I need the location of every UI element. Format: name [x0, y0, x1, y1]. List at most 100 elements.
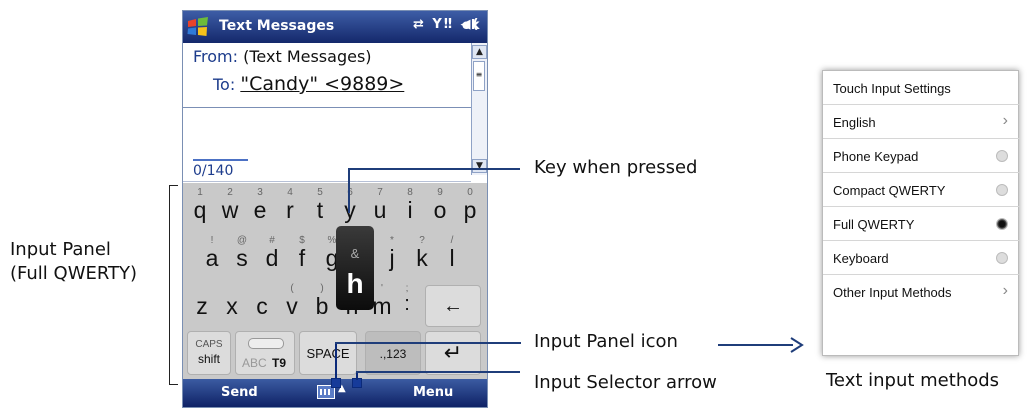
menu-item-english[interactable]: English ›: [823, 105, 1020, 139]
scroll-down-arrow-icon[interactable]: ▼: [472, 159, 487, 173]
header-divider: [183, 107, 471, 108]
menu-item-compact-qwerty[interactable]: Compact QWERTY: [823, 173, 1020, 207]
input-panel-bracket: [169, 185, 178, 385]
scrollbar[interactable]: ▲ ≡ ▼: [471, 43, 487, 175]
key-main-label: j: [389, 245, 395, 271]
key-main-label: k: [416, 245, 428, 271]
key-b[interactable]: ) b: [307, 281, 337, 329]
key-main-label: q: [193, 197, 207, 223]
key-main-label: r: [286, 197, 294, 223]
key-d[interactable]: # d: [257, 233, 287, 281]
key-r[interactable]: 4r: [275, 185, 305, 233]
key-q[interactable]: 1q: [185, 185, 215, 233]
chevron-right-icon: ›: [1002, 112, 1008, 129]
ok-button[interactable]: ok: [462, 18, 480, 33]
key-o[interactable]: 9o: [425, 185, 455, 233]
selector-leader-horizontal: [356, 371, 520, 373]
key-main-label: f: [298, 245, 306, 271]
panel-icon-leader-vertical: [335, 343, 337, 379]
menu-item-label: Phone Keypad: [833, 149, 919, 164]
key-j[interactable]: * j: [377, 233, 407, 281]
from-line: From: (Text Messages): [193, 47, 372, 66]
space-key[interactable]: SPACE: [299, 331, 357, 375]
key-main-label: a: [205, 245, 219, 271]
body-divider: [183, 181, 471, 182]
menu-item-label: Other Input Methods: [833, 285, 952, 300]
radio-unselected-icon[interactable]: [996, 150, 1008, 162]
menu-caption: Text input methods: [826, 370, 1000, 391]
menu-item-touch-input-settings[interactable]: Touch Input Settings: [823, 71, 1020, 105]
t9-label: T9: [272, 356, 287, 370]
shift-label: shift: [197, 352, 220, 366]
key-main-label: s: [236, 245, 248, 271]
toggle-slider: [248, 338, 284, 349]
radio-unselected-icon[interactable]: [996, 184, 1008, 196]
key-pressed-label: Key when pressed: [534, 157, 698, 178]
key-main: :: [404, 293, 410, 315]
windows-start-icon[interactable]: [186, 16, 210, 38]
key-f[interactable]: $ f: [287, 233, 317, 281]
enter-key[interactable]: ↵: [425, 331, 481, 375]
popup-main: h: [346, 268, 364, 299]
key-c[interactable]: c: [247, 281, 277, 329]
scroll-up-arrow-icon[interactable]: ▲: [472, 45, 487, 59]
key-punctuation[interactable]: ; :: [392, 281, 422, 329]
key-main-label: v: [286, 293, 298, 319]
key-k[interactable]: ? k: [407, 233, 437, 281]
send-button[interactable]: Send: [221, 385, 258, 400]
from-label: From:: [193, 47, 239, 66]
to-line: To: "Candy" <9889>: [213, 73, 404, 95]
input-methods-menu: Touch Input Settings English › Phone Keypad…: [822, 70, 1020, 356]
key-e[interactable]: 3e: [245, 185, 275, 233]
menu-item-full-qwerty[interactable]: Full QWERTY: [823, 207, 1020, 241]
key-main-label: w: [221, 197, 239, 223]
key-w[interactable]: 2w: [215, 185, 245, 233]
abc-t9-toggle[interactable]: ABC T9: [235, 331, 295, 375]
key-main-label: b: [315, 293, 329, 319]
menu-button[interactable]: Menu: [413, 385, 453, 400]
key-i[interactable]: 8i: [395, 185, 425, 233]
window-title: Text Messages: [219, 18, 335, 34]
key-a[interactable]: ! a: [197, 233, 227, 281]
key-main-label: c: [256, 293, 268, 319]
scroll-thumb[interactable]: ≡: [473, 61, 485, 91]
key-t[interactable]: 5t: [305, 185, 335, 233]
menu-item-label: Full QWERTY: [833, 217, 915, 232]
menu-item-other-input-methods[interactable]: Other Input Methods ›: [823, 275, 1020, 309]
menu-item-keyboard[interactable]: Keyboard: [823, 241, 1020, 275]
chevron-right-icon: ›: [1002, 282, 1008, 299]
selector-leader-vertical: [356, 372, 358, 380]
key-main-label: d: [265, 245, 279, 271]
char-counter: 0/140: [193, 163, 234, 179]
arrow-to-menu-line: [718, 344, 793, 346]
key-main-label: l: [449, 245, 455, 271]
key-main-label: t: [316, 197, 324, 223]
input-panel-callout: Input Panel (Full QWERTY): [10, 238, 137, 286]
backspace-key[interactable]: ←: [425, 285, 481, 327]
key-z[interactable]: z: [187, 281, 217, 329]
from-value[interactable]: (Text Messages): [243, 47, 371, 66]
key-l[interactable]: / l: [437, 233, 467, 281]
key-main-label: p: [463, 197, 477, 223]
key-main-label: z: [196, 293, 208, 319]
key-x[interactable]: x: [217, 281, 247, 329]
selector-arrow-label: Input Selector arrow: [534, 372, 717, 393]
key-p[interactable]: 0p: [455, 185, 485, 233]
to-label: To:: [213, 75, 236, 94]
key-main-label: y: [344, 197, 356, 223]
menu-item-phone-keypad[interactable]: Phone Keypad: [823, 139, 1020, 173]
number-symbol-key[interactable]: .,123: [365, 331, 421, 375]
key-main-label: e: [253, 197, 267, 223]
key-v[interactable]: (v: [277, 281, 307, 329]
input-panel-sublabel: (Full QWERTY): [10, 263, 138, 284]
popup-sub: &: [350, 246, 360, 261]
radio-selected-icon[interactable]: [996, 218, 1008, 230]
caps-shift-key[interactable]: CAPS shift: [187, 331, 231, 375]
menu-item-label: Compact QWERTY: [833, 183, 946, 198]
radio-unselected-icon[interactable]: [996, 252, 1008, 264]
key-main-label: o: [433, 197, 447, 223]
key-s[interactable]: @ s: [227, 233, 257, 281]
key-main-label: x: [226, 293, 238, 319]
to-recipient[interactable]: "Candy" <9889>: [240, 73, 404, 95]
arrow-to-menu-icon: [790, 337, 804, 353]
